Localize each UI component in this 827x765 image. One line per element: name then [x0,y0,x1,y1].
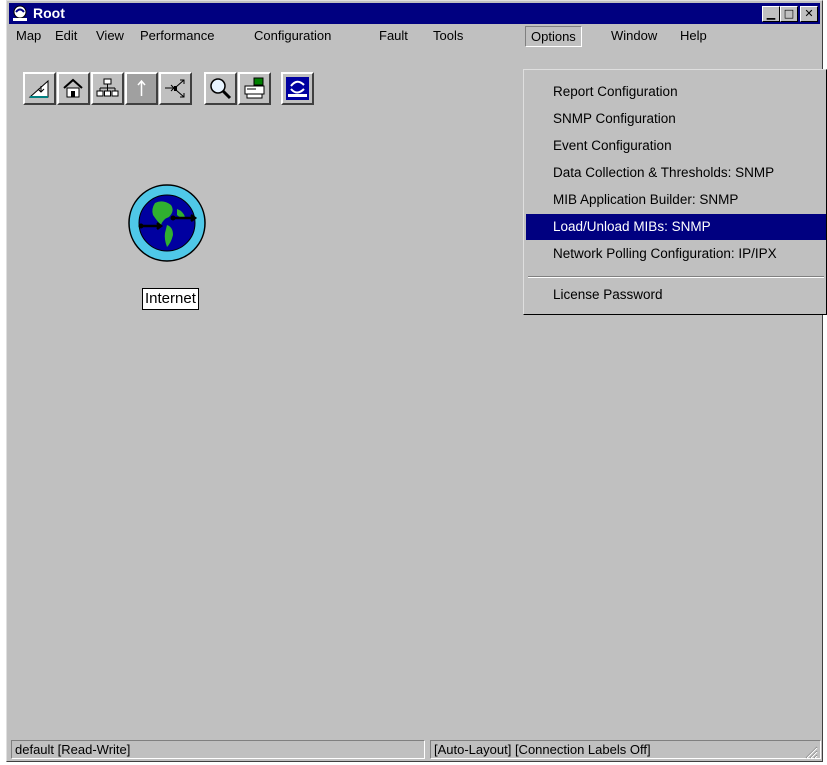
menu-item-load-unload-mibs[interactable]: Load/Unload MIBs: SNMP [526,214,826,240]
menu-options[interactable]: Options [525,26,582,47]
minimize-button[interactable]: ▁ [762,6,780,22]
home-icon [63,78,83,98]
status-bar: default [Read-Write] [Auto-Layout] [Conn… [9,737,821,761]
minimize-icon: ▁ [766,7,776,20]
new-map-icon [28,79,49,98]
menu-view[interactable]: View [91,27,129,45]
navigate-button[interactable] [159,72,192,105]
up-level-button[interactable] [125,72,158,105]
close-icon: ✕ [804,7,814,20]
printer-icon [244,77,265,99]
menu-item-data-collection[interactable]: Data Collection & Thresholds: SNMP [526,160,826,186]
hp-openview-icon [286,77,309,100]
hierarchy-icon [96,78,119,97]
menu-item-network-polling[interactable]: Network Polling Configuration: IP/IPX [526,241,826,267]
menu-separator [528,276,824,278]
menu-tools[interactable]: Tools [428,27,468,45]
internet-node-icon[interactable] [127,183,207,263]
menu-performance[interactable]: Performance [135,27,219,45]
menu-help[interactable]: Help [675,27,712,45]
menu-configuration[interactable]: Configuration [249,27,336,45]
search-icon [210,78,232,100]
menu-item-snmp-configuration[interactable]: SNMP Configuration [526,106,826,132]
close-button[interactable]: ✕ [800,6,818,22]
maximize-icon: □ [783,7,795,20]
menu-item-event-configuration[interactable]: Event Configuration [526,133,826,159]
new-map-button[interactable] [23,72,56,105]
resize-grip-icon[interactable] [804,745,818,759]
window-title: Root [33,5,65,21]
app-icon [13,5,27,21]
up-arrow-icon [137,79,146,96]
hierarchy-button[interactable] [91,72,124,105]
menu-bar: Map Edit View Performance Configuration … [9,25,820,47]
internet-node-label[interactable]: Internet [142,288,199,310]
status-layout: [Auto-Layout] [Connection Labels Off] [430,740,821,759]
menu-map[interactable]: Map [11,27,46,45]
hp-openview-button[interactable] [281,72,314,105]
menu-item-license-password[interactable]: License Password [526,282,826,308]
menu-edit[interactable]: Edit [50,27,82,45]
status-mode: default [Read-Write] [11,740,425,759]
menu-fault[interactable]: Fault [374,27,413,45]
home-button[interactable] [57,72,90,105]
title-bar[interactable]: Root ▁ □ ✕ [9,3,820,24]
menu-window[interactable]: Window [606,27,662,45]
print-button[interactable] [238,72,271,105]
maximize-button[interactable]: □ [780,6,798,22]
menu-item-report-configuration[interactable]: Report Configuration [526,79,826,105]
navigate-icon [165,79,185,98]
options-dropdown-menu: Report Configuration SNMP Configuration … [523,69,827,315]
menu-item-mib-application-builder[interactable]: MIB Application Builder: SNMP [526,187,826,213]
find-button[interactable] [204,72,237,105]
